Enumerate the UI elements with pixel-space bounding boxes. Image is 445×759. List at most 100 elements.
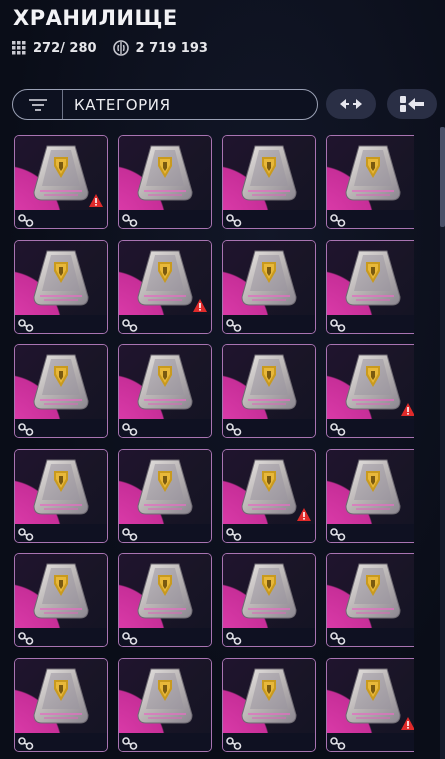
link-icon xyxy=(330,212,346,228)
relic-pod-icon xyxy=(240,140,298,208)
inventory-item[interactable] xyxy=(222,240,316,334)
inventory-item[interactable] xyxy=(118,449,212,543)
item-footer xyxy=(223,733,315,751)
link-icon xyxy=(330,735,346,751)
link-icon xyxy=(18,212,34,228)
item-artwork xyxy=(15,136,107,210)
item-footer xyxy=(15,628,107,646)
inventory-item[interactable] xyxy=(326,449,414,543)
link-icon xyxy=(18,735,34,751)
inventory-item[interactable] xyxy=(14,553,108,647)
link-icon xyxy=(122,630,138,646)
relic-pod-icon xyxy=(32,245,90,313)
capacity-value: 272/ 280 xyxy=(33,40,97,56)
link-icon xyxy=(18,421,34,437)
collapse-button[interactable] xyxy=(326,89,376,119)
filter-icon[interactable] xyxy=(13,90,63,119)
item-artwork xyxy=(119,136,211,210)
item-footer xyxy=(119,524,211,542)
link-icon xyxy=(122,421,138,437)
inventory-item[interactable] xyxy=(326,135,414,229)
scrollbar-thumb[interactable] xyxy=(440,127,445,227)
inventory-item[interactable] xyxy=(14,344,108,438)
item-artwork xyxy=(223,450,315,524)
link-icon xyxy=(226,421,242,437)
inventory-item[interactable] xyxy=(222,658,316,752)
item-artwork xyxy=(223,554,315,628)
item-footer xyxy=(223,210,315,228)
inventory-item[interactable] xyxy=(14,658,108,752)
item-footer xyxy=(327,419,414,437)
inventory-grid xyxy=(14,135,414,759)
inventory-item[interactable] xyxy=(222,344,316,438)
item-footer xyxy=(327,733,414,751)
credits-icon xyxy=(112,40,129,56)
item-footer xyxy=(327,628,414,646)
item-artwork xyxy=(223,136,315,210)
credits-stat: 2 719 193 xyxy=(112,40,208,56)
capacity-stat: 272/ 280 xyxy=(12,41,97,56)
warning-icon xyxy=(401,715,414,733)
inventory-item[interactable] xyxy=(326,240,414,334)
link-icon xyxy=(18,526,34,542)
inventory-item[interactable] xyxy=(326,658,414,752)
inventory-item[interactable] xyxy=(326,553,414,647)
relic-pod-icon xyxy=(136,140,194,208)
relic-pod-icon xyxy=(344,349,402,417)
inventory-item[interactable] xyxy=(222,449,316,543)
link-icon xyxy=(18,630,34,646)
category-label: КАТЕГОРИЯ xyxy=(74,95,171,114)
warning-icon xyxy=(297,506,311,524)
move-to-slot-icon xyxy=(400,96,424,112)
relic-pod-icon xyxy=(136,663,194,731)
item-artwork xyxy=(119,659,211,733)
category-filter[interactable]: КАТЕГОРИЯ xyxy=(12,89,318,120)
relic-pod-icon xyxy=(240,349,298,417)
link-icon xyxy=(226,735,242,751)
page-title: ХРАНИЛИЩЕ xyxy=(13,6,178,30)
relic-pod-icon xyxy=(344,558,402,626)
item-artwork xyxy=(119,345,211,419)
link-icon xyxy=(226,630,242,646)
link-icon xyxy=(122,317,138,333)
inventory-item[interactable] xyxy=(222,553,316,647)
item-artwork xyxy=(327,241,414,315)
relic-pod-icon xyxy=(136,349,194,417)
relic-pod-icon xyxy=(32,140,90,208)
item-artwork xyxy=(119,450,211,524)
item-artwork xyxy=(327,554,414,628)
link-icon xyxy=(226,212,242,228)
inventory-item[interactable] xyxy=(118,240,212,334)
inventory-item[interactable] xyxy=(326,344,414,438)
relic-pod-icon xyxy=(136,558,194,626)
collapse-arrows-icon xyxy=(340,99,362,109)
item-artwork xyxy=(119,554,211,628)
inventory-item[interactable] xyxy=(14,449,108,543)
item-footer xyxy=(327,315,414,333)
relic-pod-icon xyxy=(32,663,90,731)
inventory-item[interactable] xyxy=(222,135,316,229)
link-icon xyxy=(122,212,138,228)
inventory-item[interactable] xyxy=(14,240,108,334)
inventory-item[interactable] xyxy=(118,135,212,229)
relic-pod-icon xyxy=(240,663,298,731)
link-icon xyxy=(122,526,138,542)
link-icon xyxy=(330,630,346,646)
relic-pod-icon xyxy=(32,558,90,626)
relic-pod-icon xyxy=(344,245,402,313)
inventory-item[interactable] xyxy=(118,658,212,752)
inventory-stats: 272/ 280 2 719 193 xyxy=(12,39,224,57)
inventory-item[interactable] xyxy=(118,344,212,438)
item-footer xyxy=(327,210,414,228)
item-artwork xyxy=(327,345,414,419)
item-footer xyxy=(223,315,315,333)
relic-pod-icon xyxy=(344,140,402,208)
item-artwork xyxy=(15,450,107,524)
inventory-item[interactable] xyxy=(118,553,212,647)
move-button[interactable] xyxy=(387,89,437,119)
relic-pod-icon xyxy=(136,454,194,522)
link-icon xyxy=(330,526,346,542)
inventory-item[interactable] xyxy=(14,135,108,229)
relic-pod-icon xyxy=(344,663,402,731)
relic-pod-icon xyxy=(32,349,90,417)
